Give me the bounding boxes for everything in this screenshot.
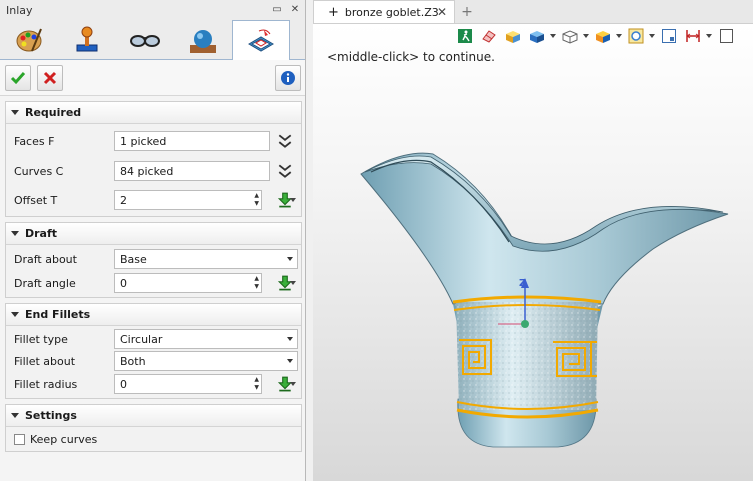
curves-row: Curves C 84 picked — [6, 156, 301, 186]
draft-about-select[interactable]: Base — [114, 249, 298, 269]
fillet-radius-label: Fillet radius — [14, 377, 78, 391]
tab-glasses[interactable] — [116, 21, 174, 59]
3d-viewport[interactable]: <middle-click> to continue. Z — [313, 24, 753, 481]
double-chevron-down-icon[interactable] — [277, 133, 293, 149]
end-fillets-title: End Fillets — [25, 308, 91, 321]
axis-z-label: Z — [519, 278, 526, 289]
info-button[interactable] — [275, 65, 301, 91]
glasses-icon — [130, 35, 160, 47]
keep-curves-label: Keep curves — [30, 432, 98, 446]
settings-title: Settings — [25, 409, 77, 422]
collapse-triangle-icon — [11, 231, 19, 236]
fillet-type-row: Fillet type Circular — [6, 328, 301, 350]
document-tab-label: bronze goblet.Z3 — [344, 5, 439, 19]
draft-angle-input[interactable]: 0 ▲ ▼ — [114, 273, 262, 293]
viewport-area: + bronze goblet.Z3 ✕ + <middle-click> to… — [313, 0, 753, 481]
plus-marker-icon: + — [328, 4, 339, 20]
accept-button[interactable] — [5, 64, 31, 91]
double-chevron-down-icon[interactable] — [277, 163, 293, 179]
curves-label: Curves C — [14, 164, 64, 178]
draft-angle-value: 0 — [120, 276, 127, 290]
select-arrow-icon — [287, 257, 293, 261]
cross-icon — [43, 71, 57, 84]
fillet-about-value: Both — [120, 354, 146, 368]
checkmark-icon — [10, 71, 26, 84]
end-fillets-section: End Fillets Fillet type Circular Fillet … — [5, 303, 302, 399]
fillet-type-value: Circular — [120, 332, 163, 346]
document-tab[interactable]: + bronze goblet.Z3 ✕ — [313, 0, 455, 23]
inlay-tool-icon — [248, 29, 274, 52]
fillet-about-row: Fillet about Both — [6, 350, 301, 372]
tab-sphere[interactable] — [174, 21, 232, 59]
draft-about-row: Draft about Base — [6, 247, 301, 271]
collapse-triangle-icon — [11, 312, 19, 317]
draft-about-value: Base — [120, 252, 147, 266]
tab-joystick[interactable] — [58, 21, 116, 59]
cancel-button[interactable] — [37, 64, 63, 91]
select-arrow-icon — [287, 359, 293, 363]
faces-field[interactable]: 1 picked — [114, 131, 270, 151]
spin-arrows[interactable]: ▲ ▼ — [254, 376, 259, 391]
required-header[interactable]: Required — [6, 102, 301, 124]
draft-angle-row: Draft angle 0 ▲ ▼ — [6, 271, 301, 295]
panel-titlebar: Inlay ▭ ✕ — [0, 0, 305, 20]
new-tab-button[interactable]: + — [455, 0, 479, 23]
settings-section: Settings Keep curves — [5, 404, 302, 452]
fillet-type-label: Fillet type — [14, 332, 68, 346]
paint-palette-icon — [16, 28, 42, 52]
action-bar — [0, 60, 305, 96]
offset-value: 2 — [120, 193, 127, 207]
panel-title: Inlay — [6, 3, 33, 17]
tab-paint-palette[interactable] — [0, 21, 58, 59]
offset-label: Offset T — [14, 193, 58, 207]
dropdown-arrow-icon[interactable] — [290, 198, 296, 202]
minimize-panel-icon[interactable]: ▭ — [271, 3, 283, 15]
spin-arrows[interactable]: ▲ ▼ — [254, 275, 259, 290]
fillet-radius-value: 0 — [120, 377, 127, 391]
faces-label: Faces F — [14, 134, 55, 148]
inlay-panel: Inlay ▭ ✕ Required Faces F 1 picked Curv… — [0, 0, 306, 481]
tool-tabs — [0, 20, 305, 60]
fillet-about-select[interactable]: Both — [114, 351, 298, 371]
dropdown-arrow-icon[interactable] — [290, 281, 296, 285]
dropdown-arrow-icon[interactable] — [290, 382, 296, 386]
draft-header[interactable]: Draft — [6, 223, 301, 245]
end-fillets-header[interactable]: End Fillets — [6, 304, 301, 326]
required-title: Required — [25, 106, 82, 119]
fillet-type-select[interactable]: Circular — [114, 329, 298, 349]
faces-row: Faces F 1 picked — [6, 126, 301, 156]
fillet-radius-row: Fillet radius 0 ▲ ▼ — [6, 372, 301, 396]
spin-arrows[interactable]: ▲ ▼ — [254, 192, 259, 207]
required-section: Required Faces F 1 picked Curves C 84 pi… — [5, 101, 302, 217]
collapse-triangle-icon — [11, 110, 19, 115]
settings-header[interactable]: Settings — [6, 405, 301, 427]
tab-inlay[interactable] — [232, 20, 290, 60]
draft-title: Draft — [25, 227, 58, 240]
draft-angle-label: Draft angle — [14, 276, 76, 290]
draft-about-label: Draft about — [14, 252, 77, 266]
close-tab-icon[interactable]: ✕ — [437, 5, 447, 19]
info-icon — [281, 71, 295, 85]
curves-field[interactable]: 84 picked — [114, 161, 270, 181]
select-arrow-icon — [287, 337, 293, 341]
keep-curves-checkbox[interactable] — [14, 433, 25, 445]
offset-row: Offset T 2 ▲ ▼ — [6, 186, 301, 214]
fillet-about-label: Fillet about — [14, 354, 76, 368]
collapse-triangle-icon — [11, 413, 19, 418]
offset-input[interactable]: 2 ▲ ▼ — [114, 190, 262, 210]
keep-curves-row: Keep curves — [6, 429, 301, 449]
fillet-radius-input[interactable]: 0 ▲ ▼ — [114, 374, 262, 394]
close-panel-icon[interactable]: ✕ — [289, 3, 301, 15]
draft-section: Draft Draft about Base Draft angle 0 ▲ ▼ — [5, 222, 302, 298]
joystick-icon — [76, 26, 98, 52]
document-tab-strip: + bronze goblet.Z3 ✕ + — [313, 0, 753, 24]
sphere-icon — [190, 30, 216, 53]
goblet-model[interactable]: Z — [313, 24, 753, 481]
